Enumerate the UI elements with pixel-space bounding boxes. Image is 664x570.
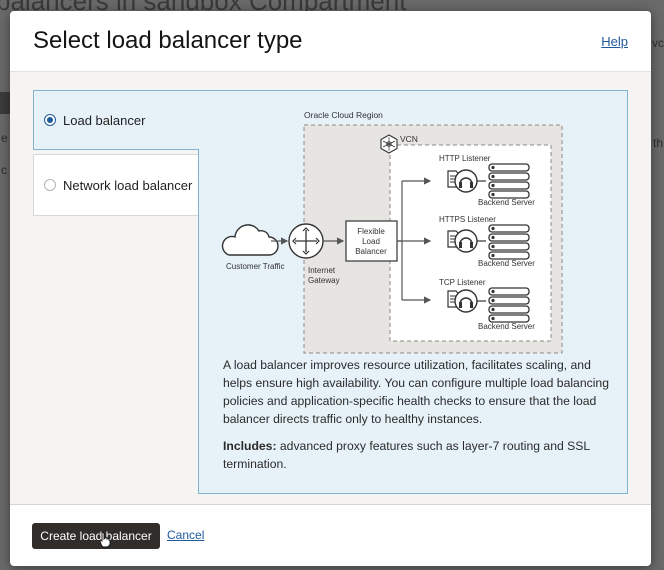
option-label: Network load balancer — [63, 177, 193, 193]
option-load-balancer[interactable]: Load balancer — [33, 90, 199, 150]
vcn-label: VCN — [400, 134, 418, 144]
radio-load-balancer[interactable] — [44, 114, 56, 126]
http-listener-label: HTTP Listener — [439, 154, 491, 163]
option-description: A load balancer improves resource utiliz… — [223, 356, 613, 473]
lb-label-line1: Flexible — [357, 227, 385, 236]
internet-gateway-icon — [288, 223, 324, 259]
select-load-balancer-dialog: Select load balancer type Help Load bala… — [10, 11, 651, 566]
description-text: A load balancer improves resource utiliz… — [223, 358, 609, 426]
background-text-fragment: c — [1, 163, 7, 177]
dialog-header: Select load balancer type Help — [10, 11, 651, 71]
help-link[interactable]: Help — [601, 34, 628, 49]
https-listener-label: HTTPS Listener — [439, 215, 496, 224]
dialog-title: Select load balancer type — [33, 27, 303, 54]
gateway-label-line2: Gateway — [308, 276, 340, 285]
dialog-footer: Create load balancer Cancel — [10, 506, 651, 566]
background-text-fragment: vc — [652, 36, 664, 50]
backend-server-label: Backend Server — [478, 198, 535, 207]
cloud-icon — [221, 224, 279, 256]
tcp-listener-label: TCP Listener — [439, 278, 486, 287]
gateway-label-line1: Internet — [308, 266, 336, 275]
vcn-icon — [380, 134, 398, 154]
create-load-balancer-button[interactable]: Create load balancer — [32, 523, 160, 549]
lb-label-line2: Load — [362, 237, 380, 246]
background-toolbar — [0, 92, 10, 114]
cancel-link[interactable]: Cancel — [167, 528, 204, 542]
option-detail-panel: Oracle Cloud Region VCN Customer Traffic — [198, 90, 628, 494]
customer-traffic-label: Customer Traffic — [226, 262, 285, 271]
background-text-fragment: th — [653, 136, 664, 150]
backend-server-label: Backend Server — [478, 259, 535, 268]
region-label: Oracle Cloud Region — [304, 110, 383, 120]
includes-label: Includes: — [223, 439, 277, 453]
dialog-body: Load balancer Network load balancer Orac… — [10, 71, 651, 505]
background-text-fragment: e — [1, 131, 8, 145]
architecture-diagram: Oracle Cloud Region VCN Customer Traffic — [221, 110, 563, 354]
radio-network-load-balancer[interactable] — [44, 179, 56, 191]
option-label: Load balancer — [63, 112, 146, 128]
lb-label-line3: Balancer — [355, 247, 387, 256]
option-network-load-balancer[interactable]: Network load balancer — [33, 154, 199, 216]
hand-cursor-icon — [99, 532, 111, 548]
includes-detail: advanced proxy features such as layer-7 … — [223, 439, 590, 471]
includes-text: Includes: advanced proxy features such a… — [223, 437, 613, 473]
backend-server-label: Backend Server — [478, 322, 535, 331]
